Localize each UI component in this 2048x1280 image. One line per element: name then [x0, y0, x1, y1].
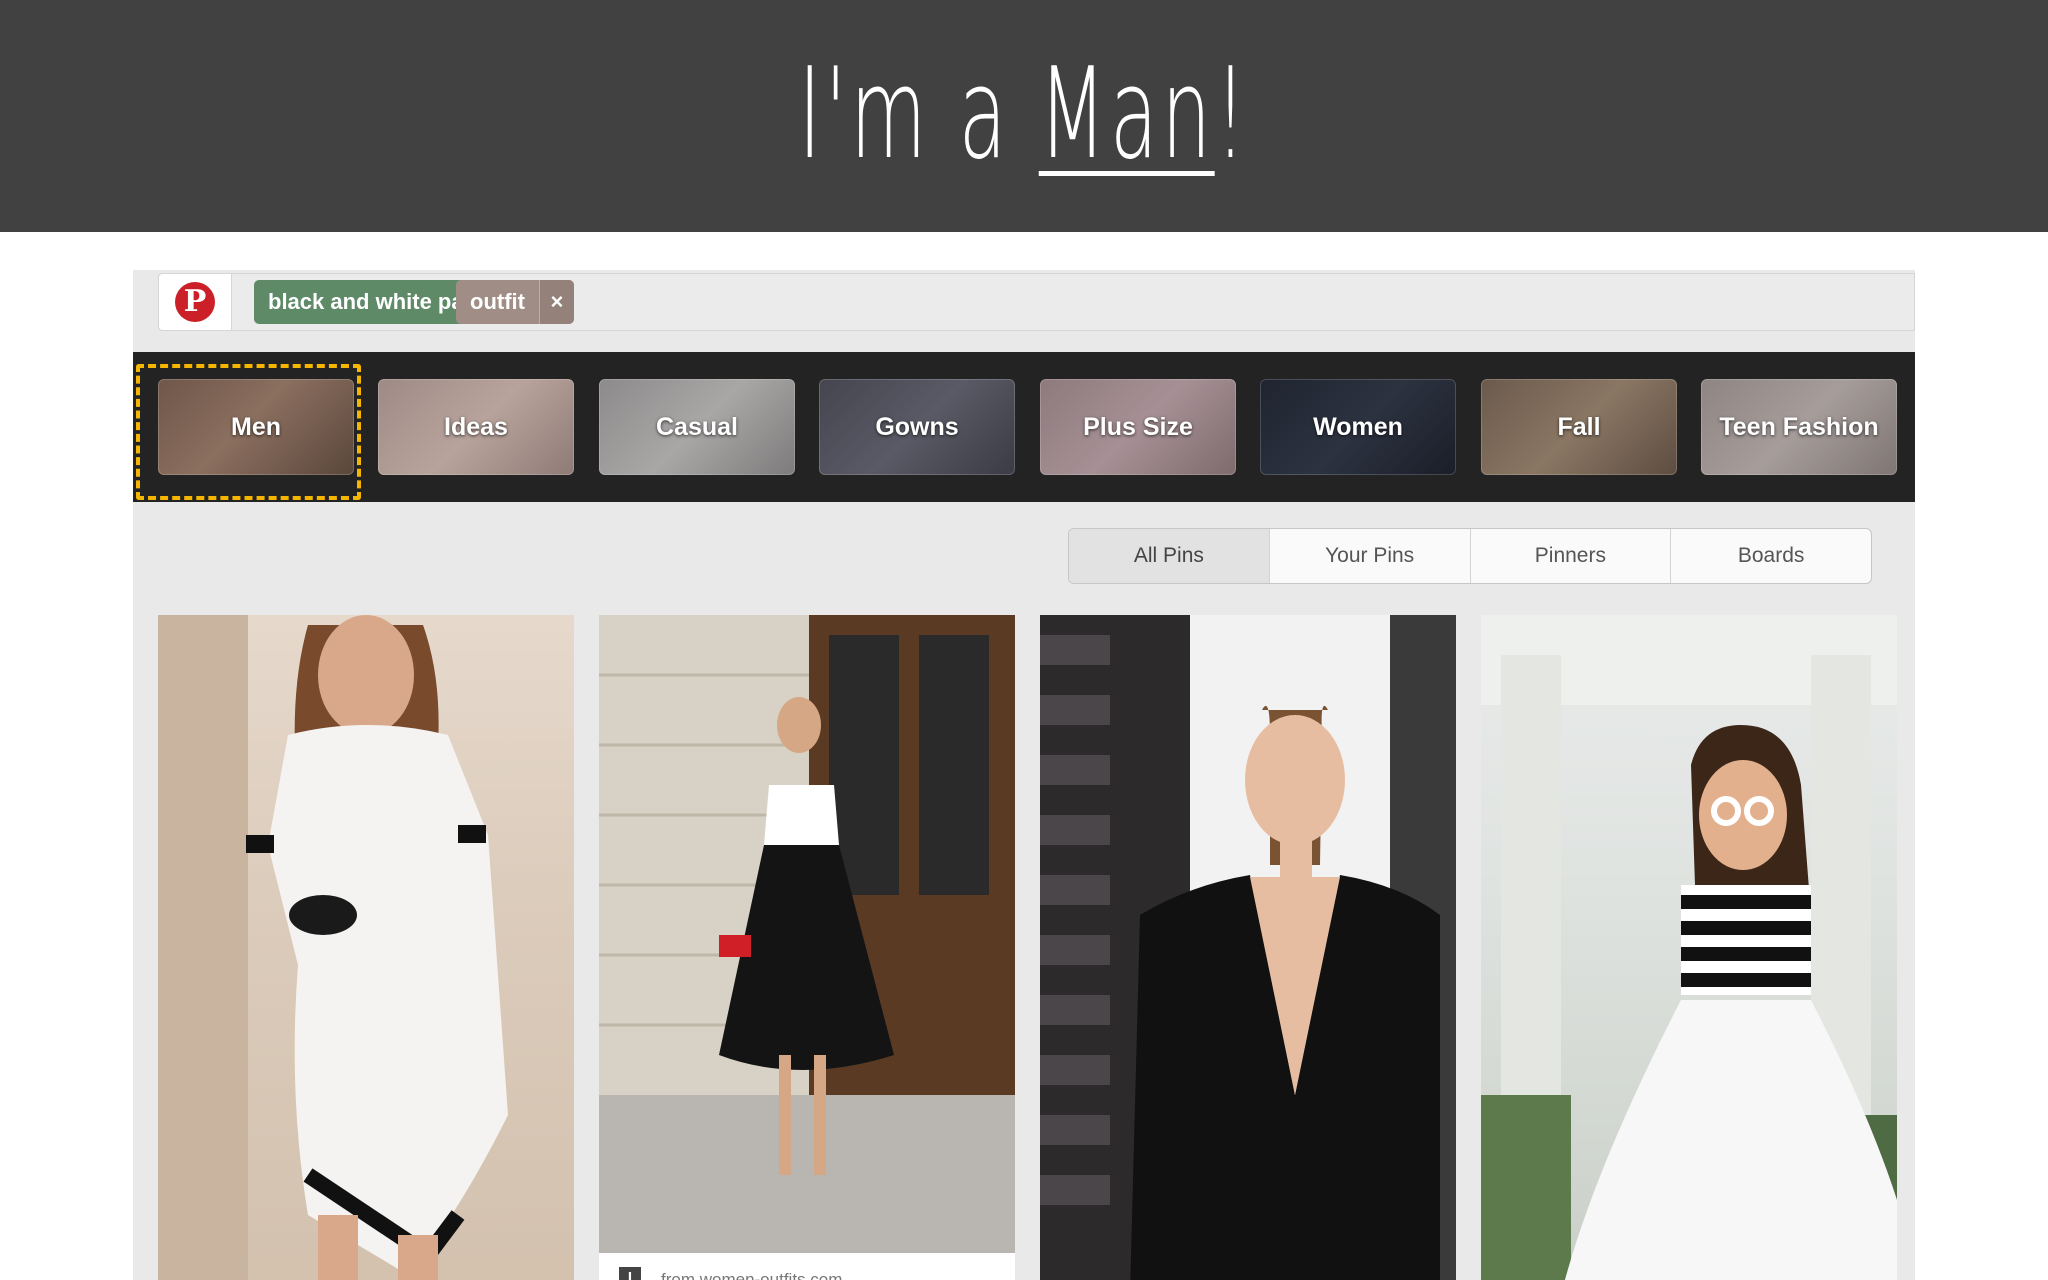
black-skirt-photo	[599, 615, 1015, 1253]
pin-image[interactable]	[1040, 615, 1456, 1280]
tab-your-pins[interactable]: Your Pins	[1268, 529, 1470, 583]
filter-tabs: All Pins Your Pins Pinners Boards	[1068, 528, 1872, 584]
striped-top-tulle-skirt-photo	[1481, 615, 1897, 1280]
slide-title: I'm a Man!	[389, 44, 1659, 184]
title-highlight: Man	[1038, 40, 1215, 187]
title-prefix: I'm a	[798, 40, 1011, 187]
category-fall[interactable]: Fall	[1481, 379, 1677, 475]
category-ideas[interactable]: Ideas	[378, 379, 574, 475]
remove-token-icon[interactable]: ×	[538, 280, 574, 324]
search-bar[interactable]: P black and white party × outfit ×	[158, 273, 1915, 331]
tab-boards[interactable]: Boards	[1670, 529, 1871, 583]
pin-source-text[interactable]: from women-outfits.com	[661, 1270, 842, 1280]
search-token-outfit[interactable]: outfit ×	[456, 280, 574, 324]
search-token-label: outfit	[470, 289, 525, 314]
tab-pinners[interactable]: Pinners	[1469, 529, 1671, 583]
logo-box[interactable]: P	[159, 274, 232, 330]
category-plus-size[interactable]: Plus Size	[1040, 379, 1236, 475]
pinterest-screenshot: P black and white party × outfit × Men I…	[133, 270, 1915, 1280]
black-blazer-photo	[1040, 615, 1456, 1280]
pin-image[interactable]	[1481, 615, 1897, 1280]
pin-caption: I from women-outfits.com	[599, 1253, 1015, 1280]
category-men[interactable]: Men	[158, 379, 354, 475]
pinterest-logo-icon[interactable]: P	[175, 282, 215, 322]
pin-image[interactable]: I from women-outfits.com	[599, 615, 1015, 1280]
title-banner: I'm a Man!	[0, 0, 2048, 232]
category-teen-fashion[interactable]: Teen Fashion	[1701, 379, 1897, 475]
guided-search-categories: Men Ideas Casual Gowns Plus Size Women F…	[133, 352, 1915, 502]
title-suffix: !	[1214, 40, 1250, 187]
category-casual[interactable]: Casual	[599, 379, 795, 475]
white-dress-photo	[158, 615, 508, 1280]
pin-image[interactable]	[158, 615, 574, 1280]
site-favicon-icon: I	[619, 1267, 641, 1280]
category-gowns[interactable]: Gowns	[819, 379, 1015, 475]
tab-all-pins[interactable]: All Pins	[1069, 529, 1269, 583]
category-women[interactable]: Women	[1260, 379, 1456, 475]
